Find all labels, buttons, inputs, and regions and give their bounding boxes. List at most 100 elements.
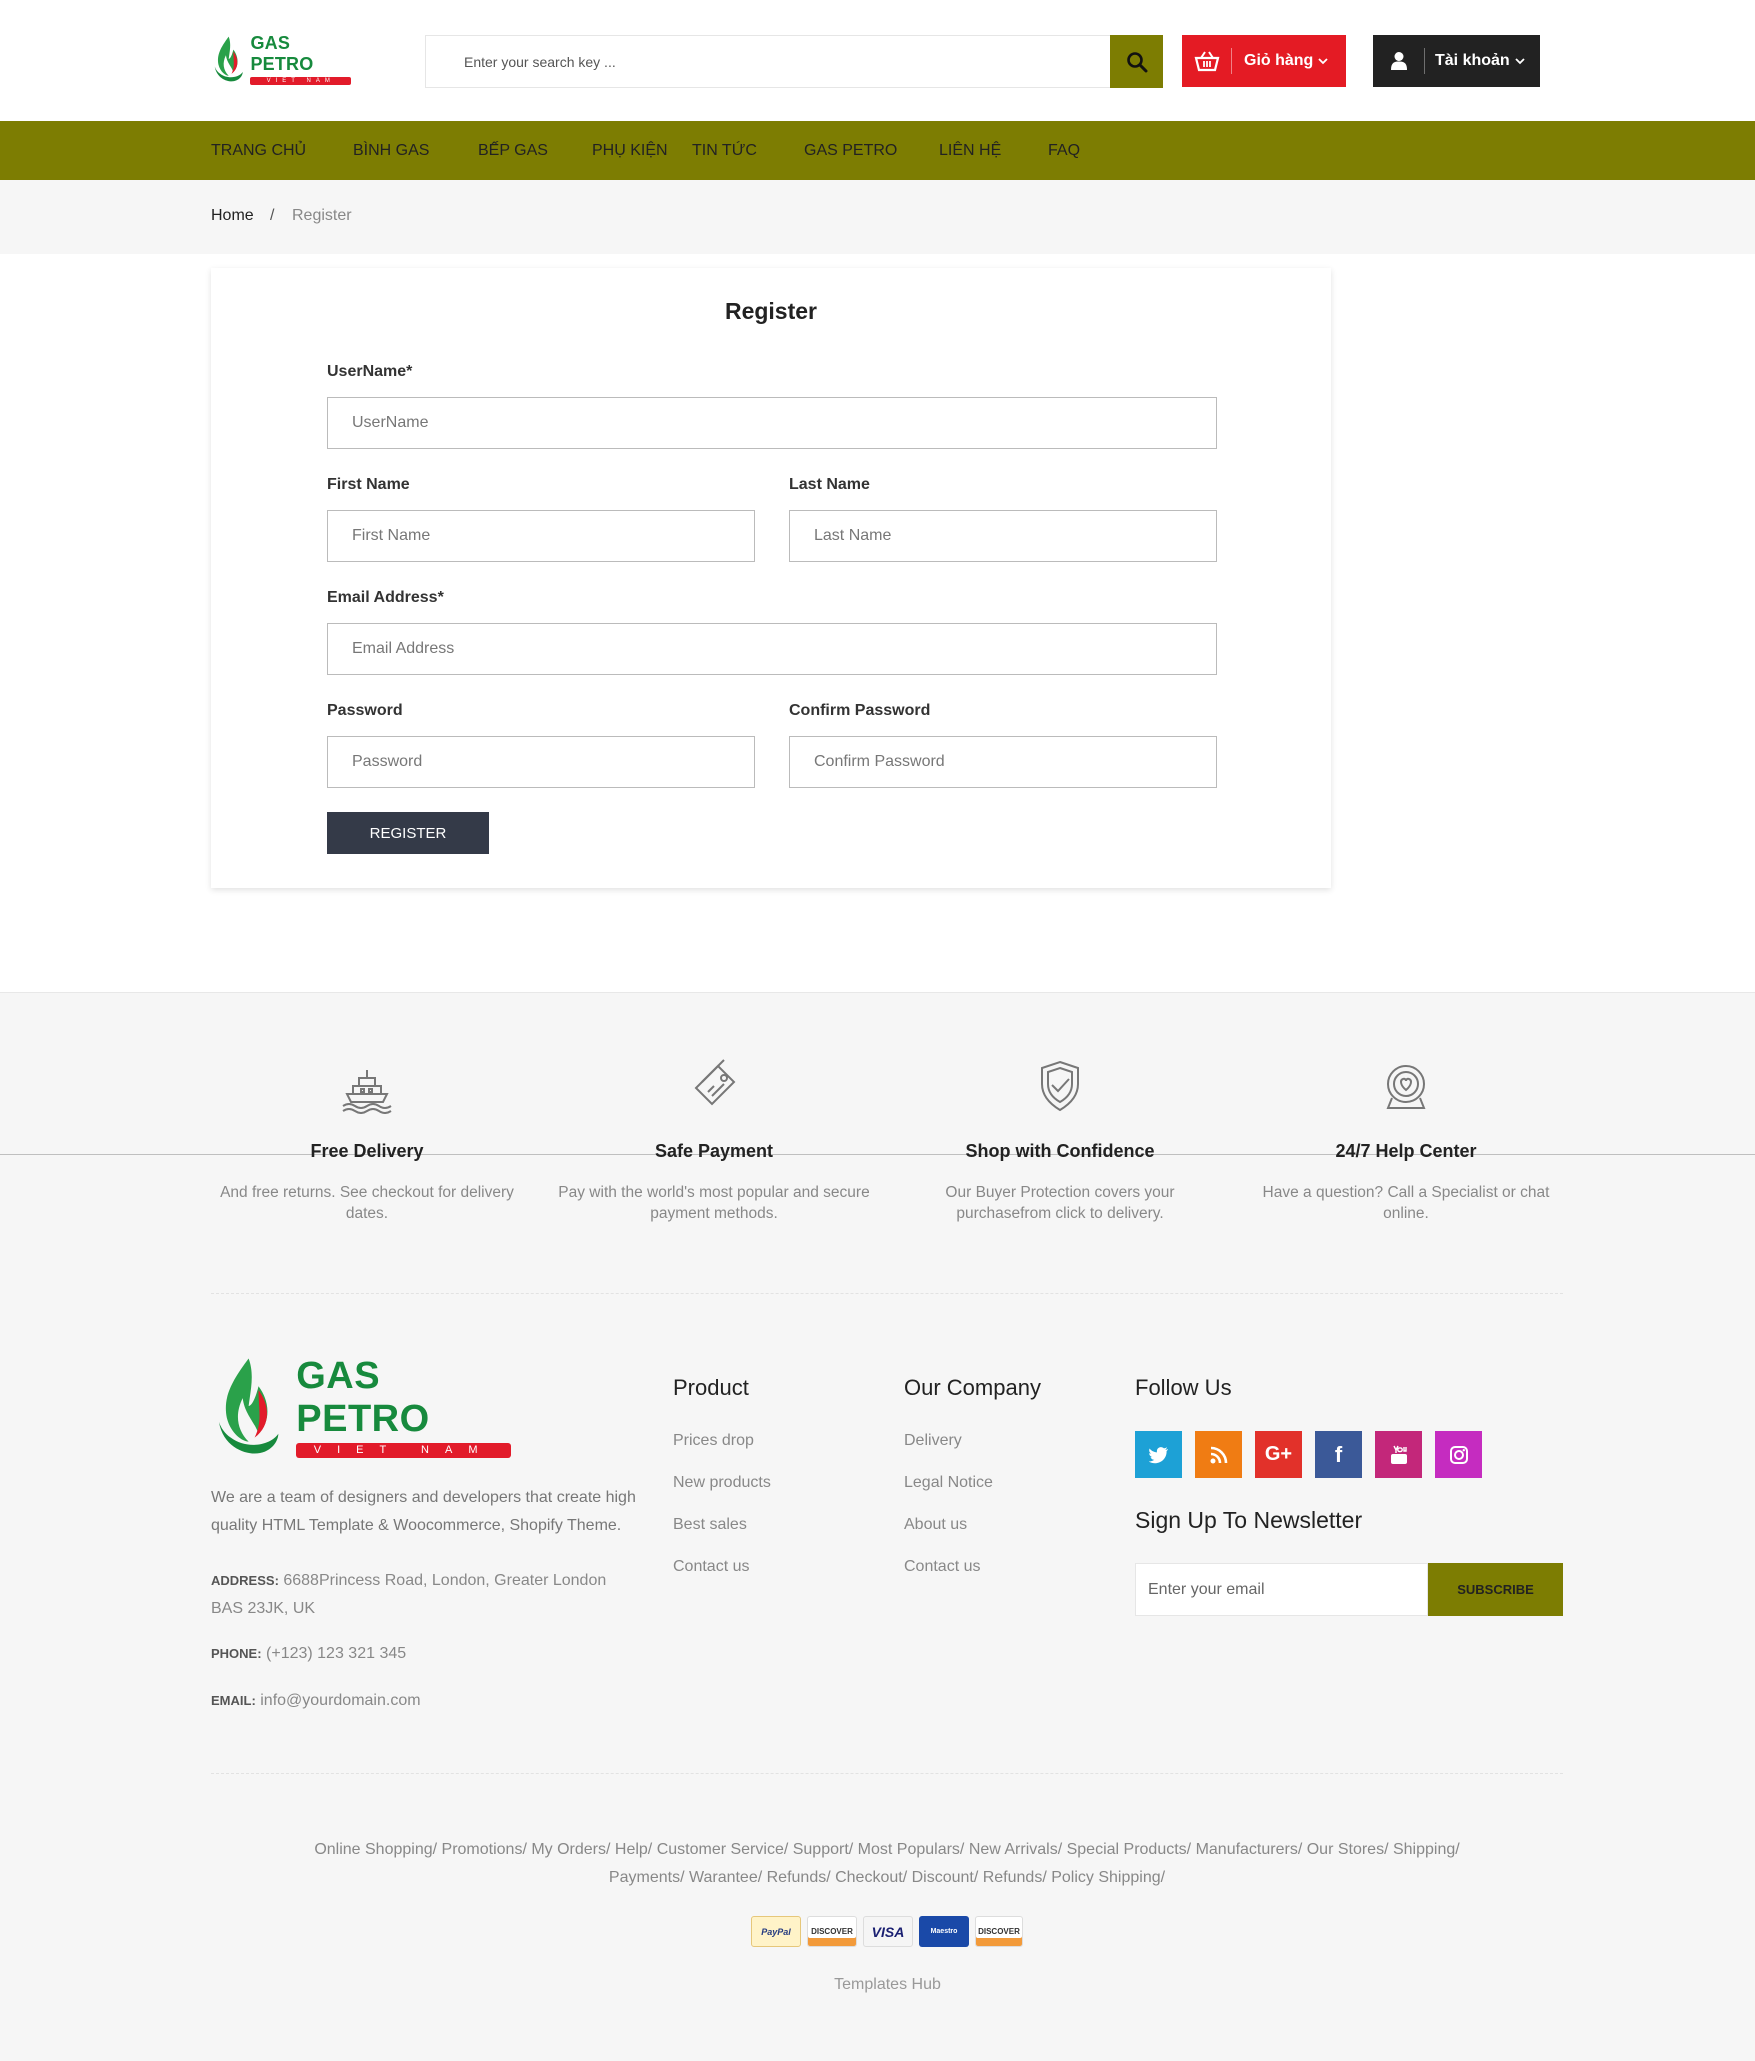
breadcrumb: Home / Register [0, 180, 1755, 254]
newsletter-title: Sign Up To Newsletter [1135, 1507, 1363, 1533]
email-field[interactable] [327, 623, 1217, 675]
confirm-password-label: Confirm Password [789, 702, 931, 719]
twitter-button[interactable] [1135, 1431, 1182, 1478]
cart-button[interactable]: Giỏ hàng [1182, 35, 1346, 87]
user-icon [1373, 48, 1425, 74]
account-button[interactable]: Tài khoản [1373, 35, 1540, 87]
product-link[interactable]: Best sales [673, 1516, 747, 1534]
discover-badge: DISCOVER [975, 1916, 1023, 1947]
first-name-label: First Name [327, 476, 410, 493]
rss-button[interactable] [1195, 1431, 1242, 1478]
feature-text: Have a question? Call a Specialist or ch… [1262, 1184, 1550, 1222]
footer-links-line[interactable]: Online Shopping/ Promotions/ My Orders/ … [211, 1836, 1563, 1864]
rss-icon [1210, 1446, 1227, 1463]
product-link[interactable]: New products [673, 1474, 771, 1492]
main-nav: TRANG CHỦ BÌNH GAS BẾP GAS PHỤ KIỆN TIN … [0, 121, 1755, 180]
username-field[interactable] [327, 397, 1217, 449]
nav-item-phu-kien[interactable]: PHỤ KIỆN [592, 121, 668, 180]
ship-icon [342, 1070, 392, 1114]
footer-bottom-links: Online Shopping/ Promotions/ My Orders/ … [211, 1836, 1563, 1892]
cart-label: Giỏ hàng [1244, 52, 1314, 69]
instagram-button[interactable] [1435, 1431, 1482, 1478]
flame-logo-icon [214, 36, 243, 82]
email-value[interactable]: info@yourdomain.com [260, 1692, 420, 1709]
phone-label: PHONE: [211, 1646, 262, 1661]
twitter-icon [1148, 1446, 1168, 1463]
nav-item-binh-gas[interactable]: BÌNH GAS [353, 121, 429, 180]
username-label: UserName* [327, 363, 413, 380]
facebook-button[interactable]: f [1315, 1431, 1362, 1478]
email-label: Email Address* [327, 589, 444, 606]
footer-description: We are a team of designers and developer… [211, 1489, 636, 1534]
page: GAS PETRO VIET NAM Enter your search key… [0, 0, 1755, 2061]
nav-item-bep-gas[interactable]: BẾP GAS [478, 121, 548, 180]
shield-check-icon [1041, 1060, 1079, 1112]
support-icon [1386, 1065, 1426, 1109]
password-label: Password [327, 702, 403, 719]
product-link[interactable]: Contact us [673, 1558, 749, 1576]
product-link[interactable]: Prices drop [673, 1432, 754, 1450]
discover-badge: DISCOVER [807, 1916, 857, 1947]
feature-title: Free Delivery [310, 1141, 424, 1161]
company-link[interactable]: Delivery [904, 1432, 962, 1450]
feature-text: And free returns. See checkout for deliv… [220, 1184, 514, 1222]
chevron-down-icon [1318, 58, 1328, 65]
register-card: Register UserName* First Name Last Name … [211, 268, 1331, 888]
breadcrumb-current: Register [292, 207, 352, 224]
chevron-down-icon [1515, 58, 1525, 65]
google-plus-button[interactable]: G+ [1255, 1431, 1302, 1478]
site-logo[interactable]: GAS PETRO VIET NAM [211, 33, 351, 85]
feature-title: Shop with Confidence [965, 1141, 1155, 1161]
company-link[interactable]: Legal Notice [904, 1474, 993, 1492]
nav-item-faq[interactable]: FAQ [1048, 121, 1080, 180]
divider [211, 1773, 1563, 1774]
youtube-button[interactable] [1375, 1431, 1422, 1478]
company-link[interactable]: Contact us [904, 1558, 980, 1576]
nav-item-gas-petro[interactable]: GAS PETRO [804, 121, 897, 180]
footer-links-line[interactable]: Payments/ Warantee/ Refunds/ Checkout/ D… [211, 1864, 1563, 1892]
newsletter-email-input[interactable] [1135, 1563, 1428, 1616]
footer-credit: Templates Hub [834, 1976, 941, 1993]
footer-phone: PHONE: (+123) 123 321 345 [211, 1640, 641, 1668]
feature-text: Our Buyer Protection covers your purchas… [945, 1184, 1175, 1222]
password-field[interactable] [327, 736, 755, 788]
product-column-title: Product [673, 1375, 749, 1400]
footer-email: EMAIL: info@yourdomain.com [211, 1687, 641, 1715]
paypal-badge: PayPal [751, 1916, 801, 1947]
logo-subtitle: VIET NAM [250, 77, 351, 85]
feature-safe-payment: Safe Payment Pay with the world's most p… [554, 1058, 874, 1224]
footer: Free Delivery And free returns. See chec… [0, 992, 1755, 2061]
breadcrumb-separator: / [270, 207, 275, 224]
search-input[interactable] [426, 36, 1110, 87]
phone-value: (+123) 123 321 345 [266, 1645, 407, 1662]
footer-address: ADDRESS: 6688Princess Road, London, Grea… [211, 1567, 641, 1623]
flame-logo-icon [218, 1358, 279, 1454]
search-button[interactable] [1110, 35, 1163, 88]
feature-free-delivery: Free Delivery And free returns. See chec… [207, 1058, 527, 1224]
confirm-password-field[interactable] [789, 736, 1217, 788]
feature-shop-confidence: Shop with Confidence Our Buyer Protectio… [900, 1058, 1220, 1224]
maestro-badge: Maestro [919, 1916, 969, 1947]
account-label: Tài khoản [1435, 52, 1510, 69]
register-button[interactable]: REGISTER [327, 812, 489, 854]
subscribe-button[interactable]: SUBSCRIBE [1428, 1563, 1563, 1616]
google-plus-icon: G+ [1264, 1443, 1293, 1465]
breadcrumb-home[interactable]: Home [211, 207, 254, 225]
nav-item-tin-tuc[interactable]: TIN TỨC [692, 121, 757, 180]
nav-item-lien-he[interactable]: LIÊN HỆ [939, 121, 1001, 180]
search-icon [1126, 51, 1147, 72]
search-bar [425, 35, 1163, 88]
visa-badge: VISA [863, 1916, 913, 1947]
feature-text: Pay with the world's most popular and se… [558, 1184, 870, 1222]
last-name-field[interactable] [789, 510, 1217, 562]
facebook-icon: f [1334, 1441, 1343, 1467]
feature-title: 24/7 Help Center [1335, 1141, 1477, 1161]
company-link[interactable]: About us [904, 1516, 967, 1534]
logo-brand: GAS PETRO [296, 1354, 430, 1440]
instagram-icon [1449, 1445, 1468, 1464]
first-name-field[interactable] [327, 510, 755, 562]
footer-logo[interactable]: GAS PETRO VIET NAM [211, 1351, 511, 1461]
youtube-icon [1390, 1445, 1407, 1464]
feature-title: Safe Payment [654, 1141, 774, 1161]
nav-item-home[interactable]: TRANG CHỦ [211, 121, 306, 180]
